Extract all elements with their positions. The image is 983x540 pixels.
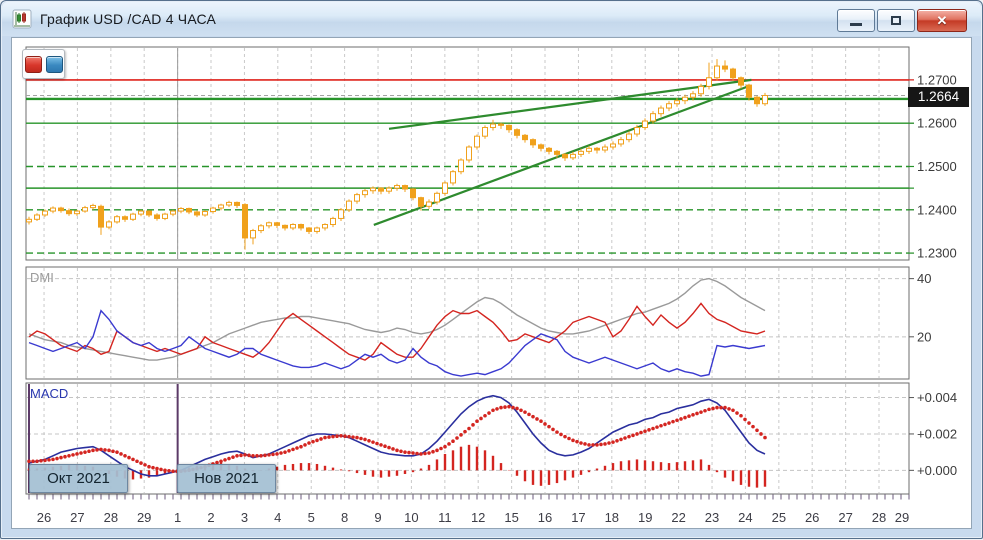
chart-window: График USD /CAD 4 ЧАСА ✕ 262728291234589… xyxy=(0,0,983,539)
minimize-icon xyxy=(850,23,862,26)
dmi-panel-label: DMI xyxy=(30,270,54,285)
window-title: График USD /CAD 4 ЧАСА xyxy=(40,11,216,27)
macd-panel-label: MACD xyxy=(30,386,68,401)
current-price-badge: 1.2664 xyxy=(908,87,969,107)
window-controls: ✕ xyxy=(835,9,967,32)
month-badge-nov[interactable]: Нов 2021 xyxy=(177,464,276,493)
maximize-button[interactable] xyxy=(877,9,915,32)
window-icon xyxy=(12,9,32,29)
maximize-icon xyxy=(891,16,901,25)
chart-mini-toolbar xyxy=(22,49,65,79)
chart-surface[interactable] xyxy=(11,37,972,529)
blue-marker-button[interactable] xyxy=(46,56,63,73)
red-marker-button[interactable] xyxy=(25,56,42,73)
close-icon: ✕ xyxy=(937,13,948,29)
close-button[interactable]: ✕ xyxy=(917,9,967,32)
title-bar[interactable]: График USD /CAD 4 ЧАСА ✕ xyxy=(2,2,981,36)
minimize-button[interactable] xyxy=(837,9,875,32)
month-badge-oct[interactable]: Окт 2021 xyxy=(29,464,128,493)
